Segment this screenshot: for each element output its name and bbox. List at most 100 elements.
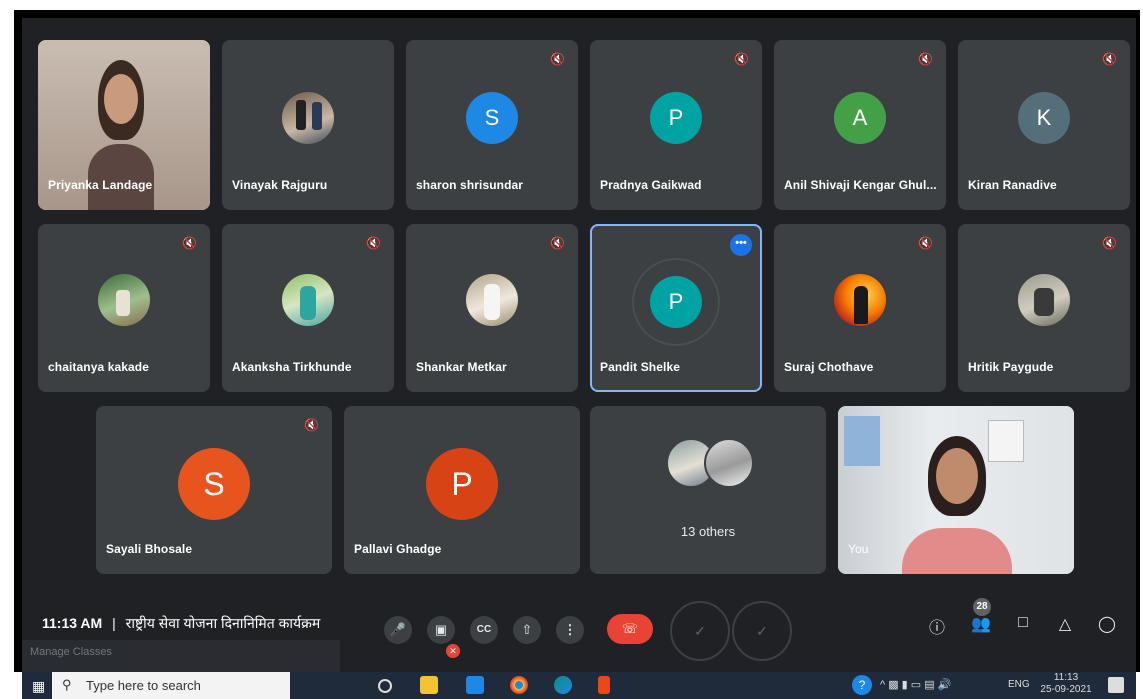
mic-muted-icon: 🔇	[366, 236, 381, 250]
notification-toast[interactable]: Manage Classes	[22, 640, 340, 672]
present-button[interactable]: ⇧	[513, 616, 541, 644]
notification-close-icon[interactable]: ✕	[446, 644, 460, 658]
people-icon[interactable]: 28 👥	[970, 598, 992, 634]
taskbar-search-box[interactable]: ⚲ Type here to search	[52, 672, 290, 699]
windows-taskbar: ▦ ⚲ Type here to search ? ^ ▩ ▮ ▭ ▤ 🔊 EN…	[22, 672, 1136, 699]
participant-name: sharon shrisundar	[416, 178, 524, 192]
file-explorer-icon[interactable]	[420, 676, 438, 694]
camera-button[interactable]: ▣	[427, 616, 455, 644]
participant-tile[interactable]: 🔇 Akanksha Tirkhunde	[222, 224, 394, 392]
participant-name: Suraj Chothave	[784, 360, 874, 374]
participant-tile[interactable]: 🔇 S Sayali Bhosale	[96, 406, 332, 574]
participant-name: Shankar Metkar	[416, 360, 507, 374]
mic-muted-icon: 🔇	[918, 52, 933, 66]
participant-name: Anil Shivaji Kengar Ghul...	[784, 178, 937, 192]
more-options-button[interactable]: ⋮	[556, 616, 584, 644]
participant-tile[interactable]: 🔇 S sharon shrisundar	[406, 40, 578, 210]
notification-label: Manage Classes	[30, 646, 112, 658]
chat-icon[interactable]: □	[1012, 614, 1034, 632]
participant-avatar	[282, 92, 334, 144]
host-controls-icon[interactable]: ◯	[1096, 614, 1118, 634]
task-view-icon[interactable]	[378, 679, 392, 693]
participant-avatar: P	[426, 448, 498, 520]
clock-date: 25-09-2021	[1040, 684, 1092, 695]
search-icon: ⚲	[62, 677, 72, 692]
meeting-controls-bar: 11:13 AM | राष्ट्रीय सेवा योजना दिनानिमि…	[22, 596, 1136, 661]
wall-poster	[844, 416, 880, 466]
participant-name: Hritik Paygude	[968, 360, 1054, 374]
participant-name: Sayali Bhosale	[106, 542, 193, 556]
language-indicator[interactable]: ENG	[1008, 679, 1030, 690]
participant-tile[interactable]: Priyanka Landage	[38, 40, 210, 210]
others-tile[interactable]: 13 others	[590, 406, 826, 574]
participant-tile[interactable]: 🔇 Suraj Chothave	[774, 224, 946, 392]
people-count-badge: 28	[973, 598, 991, 616]
participant-tile[interactable]: 🔇 Shankar Metkar	[406, 224, 578, 392]
meeting-details: 11:13 AM | राष्ट्रीय सेवा योजना दिनानिमि…	[42, 614, 320, 633]
participant-tile[interactable]: 🔇 K Kiran Ranadive	[958, 40, 1130, 210]
office-icon[interactable]	[598, 676, 610, 694]
activities-icon[interactable]: △	[1054, 614, 1076, 634]
meet-window: Priyanka Landage Vinayak Rajguru 🔇 S sha…	[22, 18, 1136, 672]
others-count-label: 13 others	[680, 524, 736, 539]
participant-avatar	[834, 274, 886, 326]
participant-avatar: K	[1018, 92, 1070, 144]
captions-button[interactable]: CC	[470, 616, 498, 644]
self-tile[interactable]: You	[838, 406, 1074, 574]
notification-center-icon[interactable]	[1108, 677, 1124, 693]
mic-muted-icon: 🔇	[734, 52, 749, 66]
participant-tile[interactable]: 🔇 chaitanya kakade	[38, 224, 210, 392]
participant-tile[interactable]: 🔇 A Anil Shivaji Kengar Ghul...	[774, 40, 946, 210]
participant-tile-active[interactable]: ••• P Pandit Shelke	[590, 224, 762, 392]
participant-name: Vinayak Rajguru	[232, 178, 328, 192]
mic-muted-icon: 🔇	[550, 236, 565, 250]
start-icon[interactable]: ▦	[32, 678, 45, 695]
participant-name: chaitanya kakade	[48, 360, 149, 374]
participant-name: Pradnya Gaikwad	[600, 178, 702, 192]
mail-icon[interactable]	[466, 676, 484, 694]
participant-avatar: P	[650, 276, 702, 328]
participant-avatar	[466, 274, 518, 326]
participant-avatar	[1018, 274, 1070, 326]
mic-muted-icon: 🔇	[918, 236, 933, 250]
edge-icon[interactable]	[554, 676, 572, 694]
others-avatar	[704, 438, 754, 488]
participant-name: Priyanka Landage	[48, 178, 153, 192]
mic-muted-icon: 🔇	[304, 418, 319, 432]
participant-tile[interactable]: 🔇 P Pradnya Gaikwad	[590, 40, 762, 210]
search-placeholder: Type here to search	[86, 678, 201, 693]
reaction-placeholder-icon: ✓	[670, 601, 730, 661]
participant-avatar: A	[834, 92, 886, 144]
tile-more-options-button[interactable]: •••	[730, 234, 752, 256]
participant-name: Pallavi Ghadge	[354, 542, 442, 556]
end-call-button[interactable]: ☏	[607, 614, 653, 644]
participant-avatar: P	[650, 92, 702, 144]
mic-muted-icon: 🔇	[182, 236, 197, 250]
clock[interactable]: 11:13 25-09-2021	[1038, 672, 1094, 696]
mic-muted-icon: 🔇	[1102, 236, 1117, 250]
participant-name: Kiran Ranadive	[968, 178, 1057, 192]
reaction-placeholder-icon: ✓	[732, 601, 792, 661]
tray-icons[interactable]: ^ ▩ ▮ ▭ ▤ 🔊	[880, 678, 951, 691]
help-icon[interactable]: ?	[852, 675, 872, 695]
participant-tile[interactable]: Vinayak Rajguru	[222, 40, 394, 210]
meeting-separator: |	[112, 615, 116, 631]
mic-muted-icon: 🔇	[1102, 52, 1117, 66]
participant-tile[interactable]: 🔇 Hritik Paygude	[958, 224, 1130, 392]
clock-time: 11:13	[1053, 672, 1079, 683]
participant-name: Pandit Shelke	[600, 360, 680, 374]
self-figure	[902, 436, 1012, 574]
participant-avatar: S	[466, 92, 518, 144]
self-name: You	[848, 542, 869, 556]
meeting-title: राष्ट्रीय सेवा योजना दिनानिमित कार्यक्रम	[125, 615, 321, 631]
participant-avatar	[282, 274, 334, 326]
participant-tile[interactable]: P Pallavi Ghadge	[344, 406, 580, 574]
chrome-icon[interactable]	[510, 676, 528, 694]
participant-name: Akanksha Tirkhunde	[232, 360, 352, 374]
meeting-time: 11:13 AM	[42, 615, 103, 631]
info-icon[interactable]: ⓘ	[926, 614, 948, 638]
mic-button[interactable]: 🎤	[384, 616, 412, 644]
mic-muted-icon: 🔇	[550, 52, 565, 66]
participant-avatar: S	[178, 448, 250, 520]
participant-avatar	[98, 274, 150, 326]
